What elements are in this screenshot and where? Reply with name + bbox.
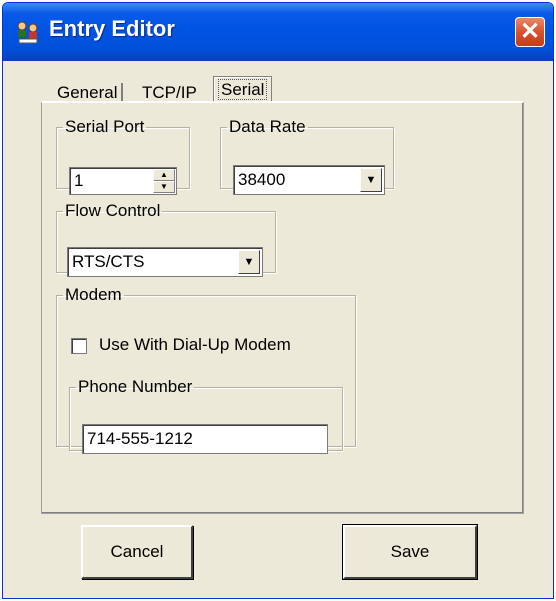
modem-group: Modem Use With Dial-Up Modem Phone Numbe… (56, 285, 356, 454)
phone-number-legend: Phone Number (78, 377, 193, 396)
spin-down-button[interactable]: ▼ (153, 181, 175, 193)
phone-number-value: 714-555-1212 (87, 429, 193, 448)
save-button[interactable]: Save (342, 524, 478, 580)
data-rate-value: 38400 (238, 170, 286, 189)
chevron-down-icon: ▼ (243, 256, 255, 268)
tab-serial-label: Serial (218, 79, 268, 100)
serial-port-legend: Serial Port (65, 117, 145, 136)
data-rate-legend: Data Rate (229, 117, 306, 136)
entry-editor-window: Entry Editor ✕ General TCP/IP Serial Ser… (2, 2, 554, 599)
phone-number-field[interactable]: 714-555-1212 (82, 424, 328, 454)
close-button[interactable]: ✕ (515, 17, 545, 47)
flow-control-select[interactable]: RTS/CTS ▼ (67, 247, 263, 277)
serial-port-spinner[interactable]: 1 ▲ ▼ (69, 167, 177, 195)
title-bar[interactable]: Entry Editor ✕ (3, 3, 553, 61)
dial-up-modem-checkbox[interactable] (71, 338, 87, 354)
close-icon: ✕ (519, 18, 541, 45)
modem-legend: Modem (65, 285, 122, 304)
data-rate-group: Data Rate 38400 ▼ (220, 117, 394, 195)
spinner-buttons: ▲ ▼ (153, 169, 175, 193)
network-users-icon (15, 19, 41, 45)
data-rate-dropdown-button[interactable]: ▼ (360, 168, 382, 192)
serial-tab-panel: Serial Port 1 ▲ ▼ Data Rate 38400 ▼ Flow… (41, 101, 524, 514)
tab-serial[interactable]: Serial (213, 76, 273, 103)
data-rate-select[interactable]: 38400 ▼ (233, 165, 385, 195)
arrow-down-icon: ▼ (160, 182, 168, 191)
phone-number-group: Phone Number 714-555-1212 (69, 377, 343, 454)
flow-control-legend: Flow Control (65, 201, 161, 220)
window-title: Entry Editor (49, 16, 175, 41)
flow-control-group: Flow Control RTS/CTS ▼ (56, 201, 276, 277)
flow-control-dropdown-button[interactable]: ▼ (238, 250, 260, 274)
cancel-button[interactable]: Cancel (81, 525, 193, 579)
serial-port-group: Serial Port 1 ▲ ▼ (56, 117, 190, 195)
dial-up-modem-label[interactable]: Use With Dial-Up Modem (99, 335, 291, 355)
flow-control-value: RTS/CTS (72, 252, 145, 271)
spin-up-button[interactable]: ▲ (153, 169, 175, 181)
chevron-down-icon: ▼ (365, 174, 377, 186)
arrow-up-icon: ▲ (160, 170, 168, 179)
serial-port-value: 1 (74, 171, 84, 190)
